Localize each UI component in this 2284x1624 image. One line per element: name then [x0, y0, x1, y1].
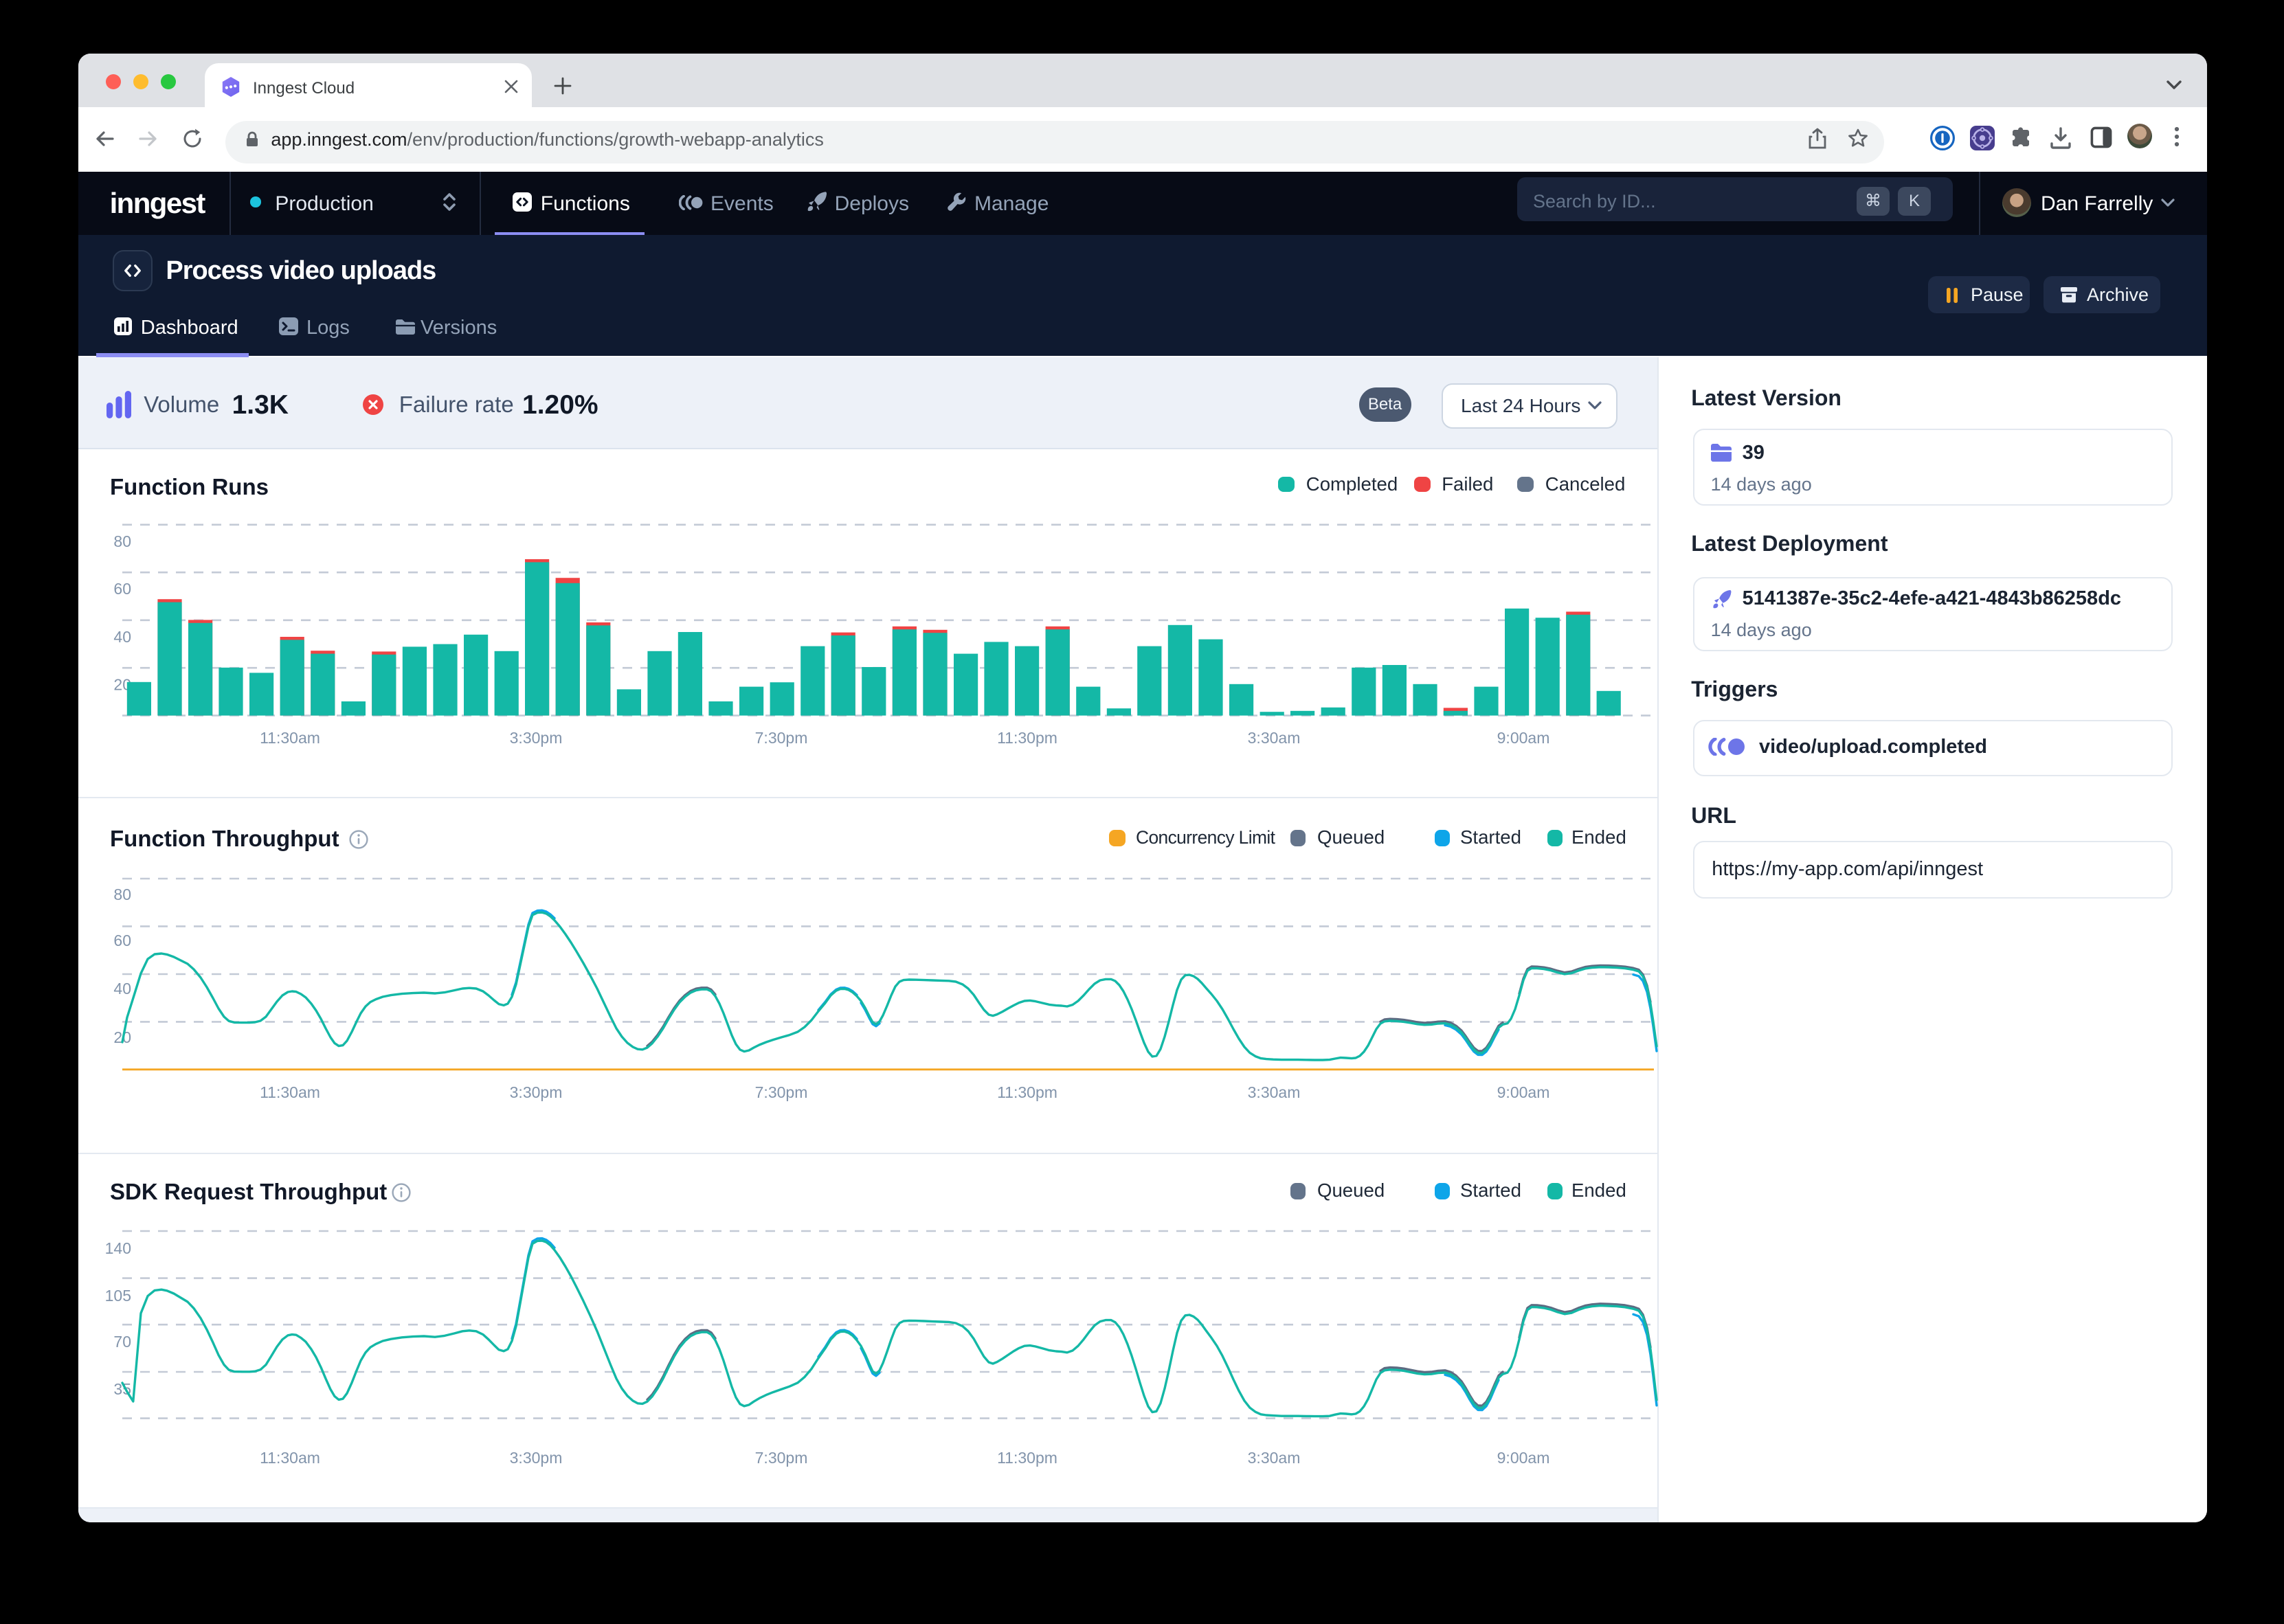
svg-text:60: 60: [113, 579, 131, 597]
svg-text:9:00am: 9:00am: [1497, 728, 1549, 746]
svg-text:40: 40: [113, 627, 131, 645]
svg-text:80: 80: [113, 885, 131, 903]
svg-text:3:30pm: 3:30pm: [509, 1083, 562, 1101]
svg-text:11:30am: 11:30am: [259, 1448, 320, 1466]
svg-text:60: 60: [113, 931, 131, 949]
svg-text:3:30am: 3:30am: [1247, 1448, 1300, 1466]
svg-text:7:30pm: 7:30pm: [754, 1448, 807, 1466]
svg-text:3:30am: 3:30am: [1247, 1083, 1300, 1101]
svg-text:11:30pm: 11:30pm: [996, 1448, 1057, 1466]
svg-text:11:30am: 11:30am: [259, 1083, 320, 1101]
svg-text:80: 80: [113, 532, 131, 550]
svg-text:40: 40: [113, 979, 131, 997]
svg-text:11:30pm: 11:30pm: [996, 728, 1057, 746]
svg-text:140: 140: [104, 1239, 131, 1256]
svg-text:105: 105: [104, 1286, 131, 1304]
svg-text:70: 70: [113, 1332, 131, 1350]
svg-text:11:30am: 11:30am: [259, 728, 320, 746]
svg-text:3:30pm: 3:30pm: [509, 728, 562, 746]
svg-text:3:30am: 3:30am: [1247, 728, 1300, 746]
svg-text:9:00am: 9:00am: [1497, 1448, 1549, 1466]
svg-text:3:30pm: 3:30pm: [509, 1448, 562, 1466]
svg-text:11:30pm: 11:30pm: [996, 1083, 1057, 1101]
svg-text:7:30pm: 7:30pm: [754, 1083, 807, 1101]
svg-text:7:30pm: 7:30pm: [754, 728, 807, 746]
svg-text:9:00am: 9:00am: [1497, 1083, 1549, 1101]
